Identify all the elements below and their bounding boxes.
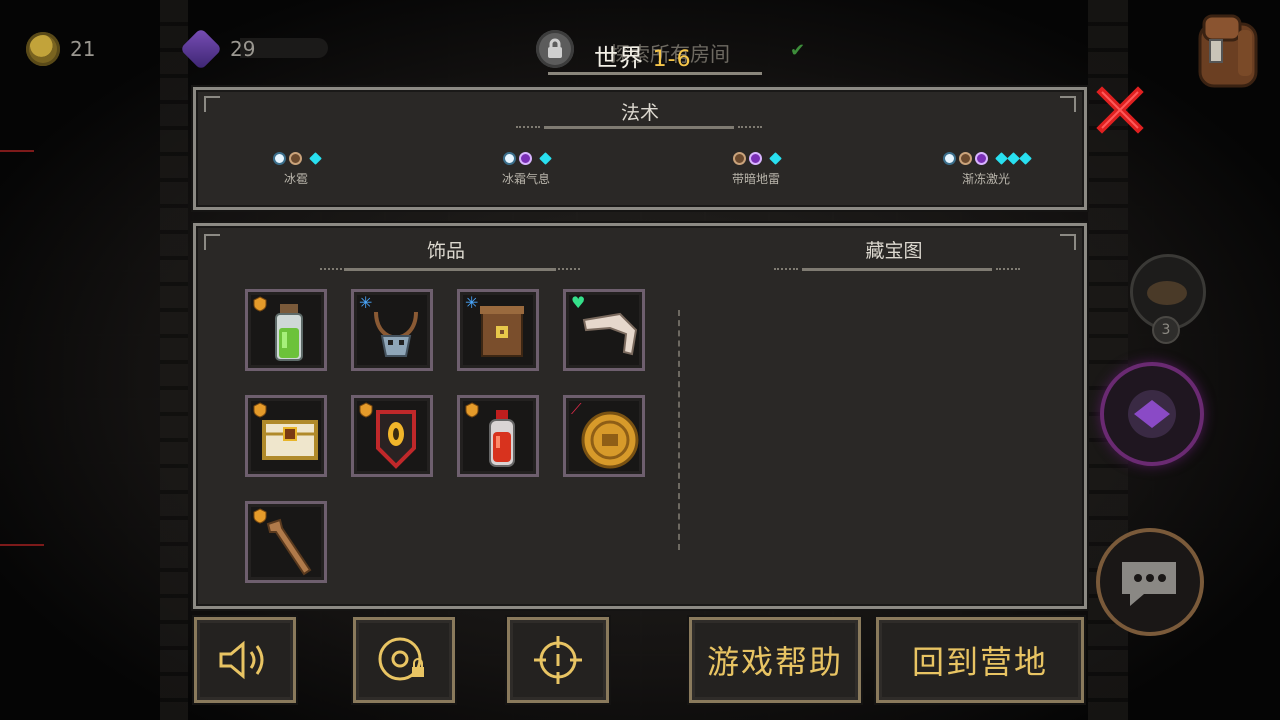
spell-name: 冰雹 [283,172,308,186]
locked-target-icon [378,637,424,681]
spell-cost [466,150,586,166]
relic-slot[interactable]: ✳ [457,289,539,371]
spell-name: 带暗地雷 [731,172,780,186]
spell-cost [696,150,816,166]
mana-icon [1018,151,1032,165]
ice-icon [502,151,516,165]
relic-slot[interactable]: ⟋ [563,395,645,477]
relics-title-rule [344,268,556,271]
gem-count: 29 [230,37,256,61]
coin-icon [26,32,60,66]
treasure-map-title: 藏宝图 [865,240,923,262]
panel-corner [204,96,220,112]
earth-icon [732,151,746,165]
game-help-button[interactable]: 游戏帮助 [689,617,861,703]
green-potion-icon [275,304,303,361]
spell-name: 冰霜气息 [501,172,550,186]
spells-title: 法术 [620,102,659,124]
shadow-eye-icon [1128,390,1176,438]
map-count-badge: 3 [1152,316,1180,344]
spell-name: 渐冻激光 [961,172,1010,186]
backpack-icon[interactable] [1190,10,1266,90]
ice-icon [272,151,286,165]
chat-button[interactable] [1096,528,1204,636]
relic-slot[interactable] [351,395,433,477]
relic-slot[interactable] [245,501,327,583]
skull-necklace-icon [374,311,418,357]
panel-corner [1060,234,1076,250]
shield-emblem-icon [376,410,416,469]
crosshair-icon [534,636,582,684]
earth-icon [288,151,302,165]
relic-slot[interactable]: ✳ [351,289,433,371]
spells-title-rule [544,126,734,129]
mana-icon [994,151,1008,165]
objective-check-icon: ✔ [790,40,806,61]
rule-dots [516,126,540,131]
spell-item[interactable]: 冰霜气息 [466,150,586,187]
panel-divider [678,310,682,550]
rule-dots [774,268,798,273]
ice-icon [942,151,956,165]
shadow-icon [748,151,762,165]
mana-icon [538,151,552,165]
relic-slot[interactable] [245,289,327,371]
mana-icon [308,151,322,165]
rule-dots [996,268,1020,273]
spell-item[interactable]: 渐冻激光 [926,150,1046,187]
world-label-text: 世界 [594,44,644,72]
rule-dots [558,268,580,273]
shadow-icon [974,151,988,165]
relics-title: 饰品 [426,240,465,262]
gold-coin-relic-icon [581,411,639,469]
relic-slot[interactable] [457,395,539,477]
red-potion-icon [489,410,515,467]
laser-trace-left-lower [0,544,44,546]
spell-item[interactable]: 带暗地雷 [696,150,816,187]
mana-icon [1006,151,1020,165]
lock-target-button[interactable] [353,617,455,703]
rule-dots [320,268,342,273]
world-number: 1-6 [652,47,692,72]
wooden-cane-icon [266,518,312,576]
coin-count: 21 [70,37,96,61]
earth-icon [958,151,972,165]
spell-cost [926,150,1046,166]
sound-button[interactable] [194,617,296,703]
relic-slot[interactable]: ♥ [563,289,645,371]
coin-counter: 21 [26,32,95,66]
close-button[interactable] [1096,86,1144,134]
lock-icon [536,30,574,68]
spell-item[interactable]: 冰雹 [236,150,356,187]
speaker-icon [219,640,264,680]
return-camp-button[interactable]: 回到营地 [876,617,1084,703]
crosshair-button[interactable] [507,617,609,703]
chat-bubble-icon [1122,562,1176,606]
panel-corner [1060,96,1076,112]
scroll-icon [480,306,524,357]
treasure-title-rule [802,268,992,271]
spell-cast-button[interactable] [1100,362,1204,466]
gem-counter: 29 [179,27,256,71]
spell-cost [236,150,356,166]
bone-icon [582,312,638,356]
rule-dots [738,126,762,131]
relic-slot[interactable] [245,395,327,477]
spells-panel: 法术 冰雹 冰霜气息 带暗地雷 渐冻激光 [193,87,1087,210]
gem-icon [179,27,223,71]
shadow-icon [518,151,532,165]
laser-trace-left [0,150,34,152]
title-underline [548,72,762,75]
world-label: 世界 1-6 [594,38,692,73]
panel-corner [204,234,220,250]
dungeon-wall-left [160,0,188,720]
mana-icon [768,151,782,165]
treasure-chest-icon [262,420,318,460]
